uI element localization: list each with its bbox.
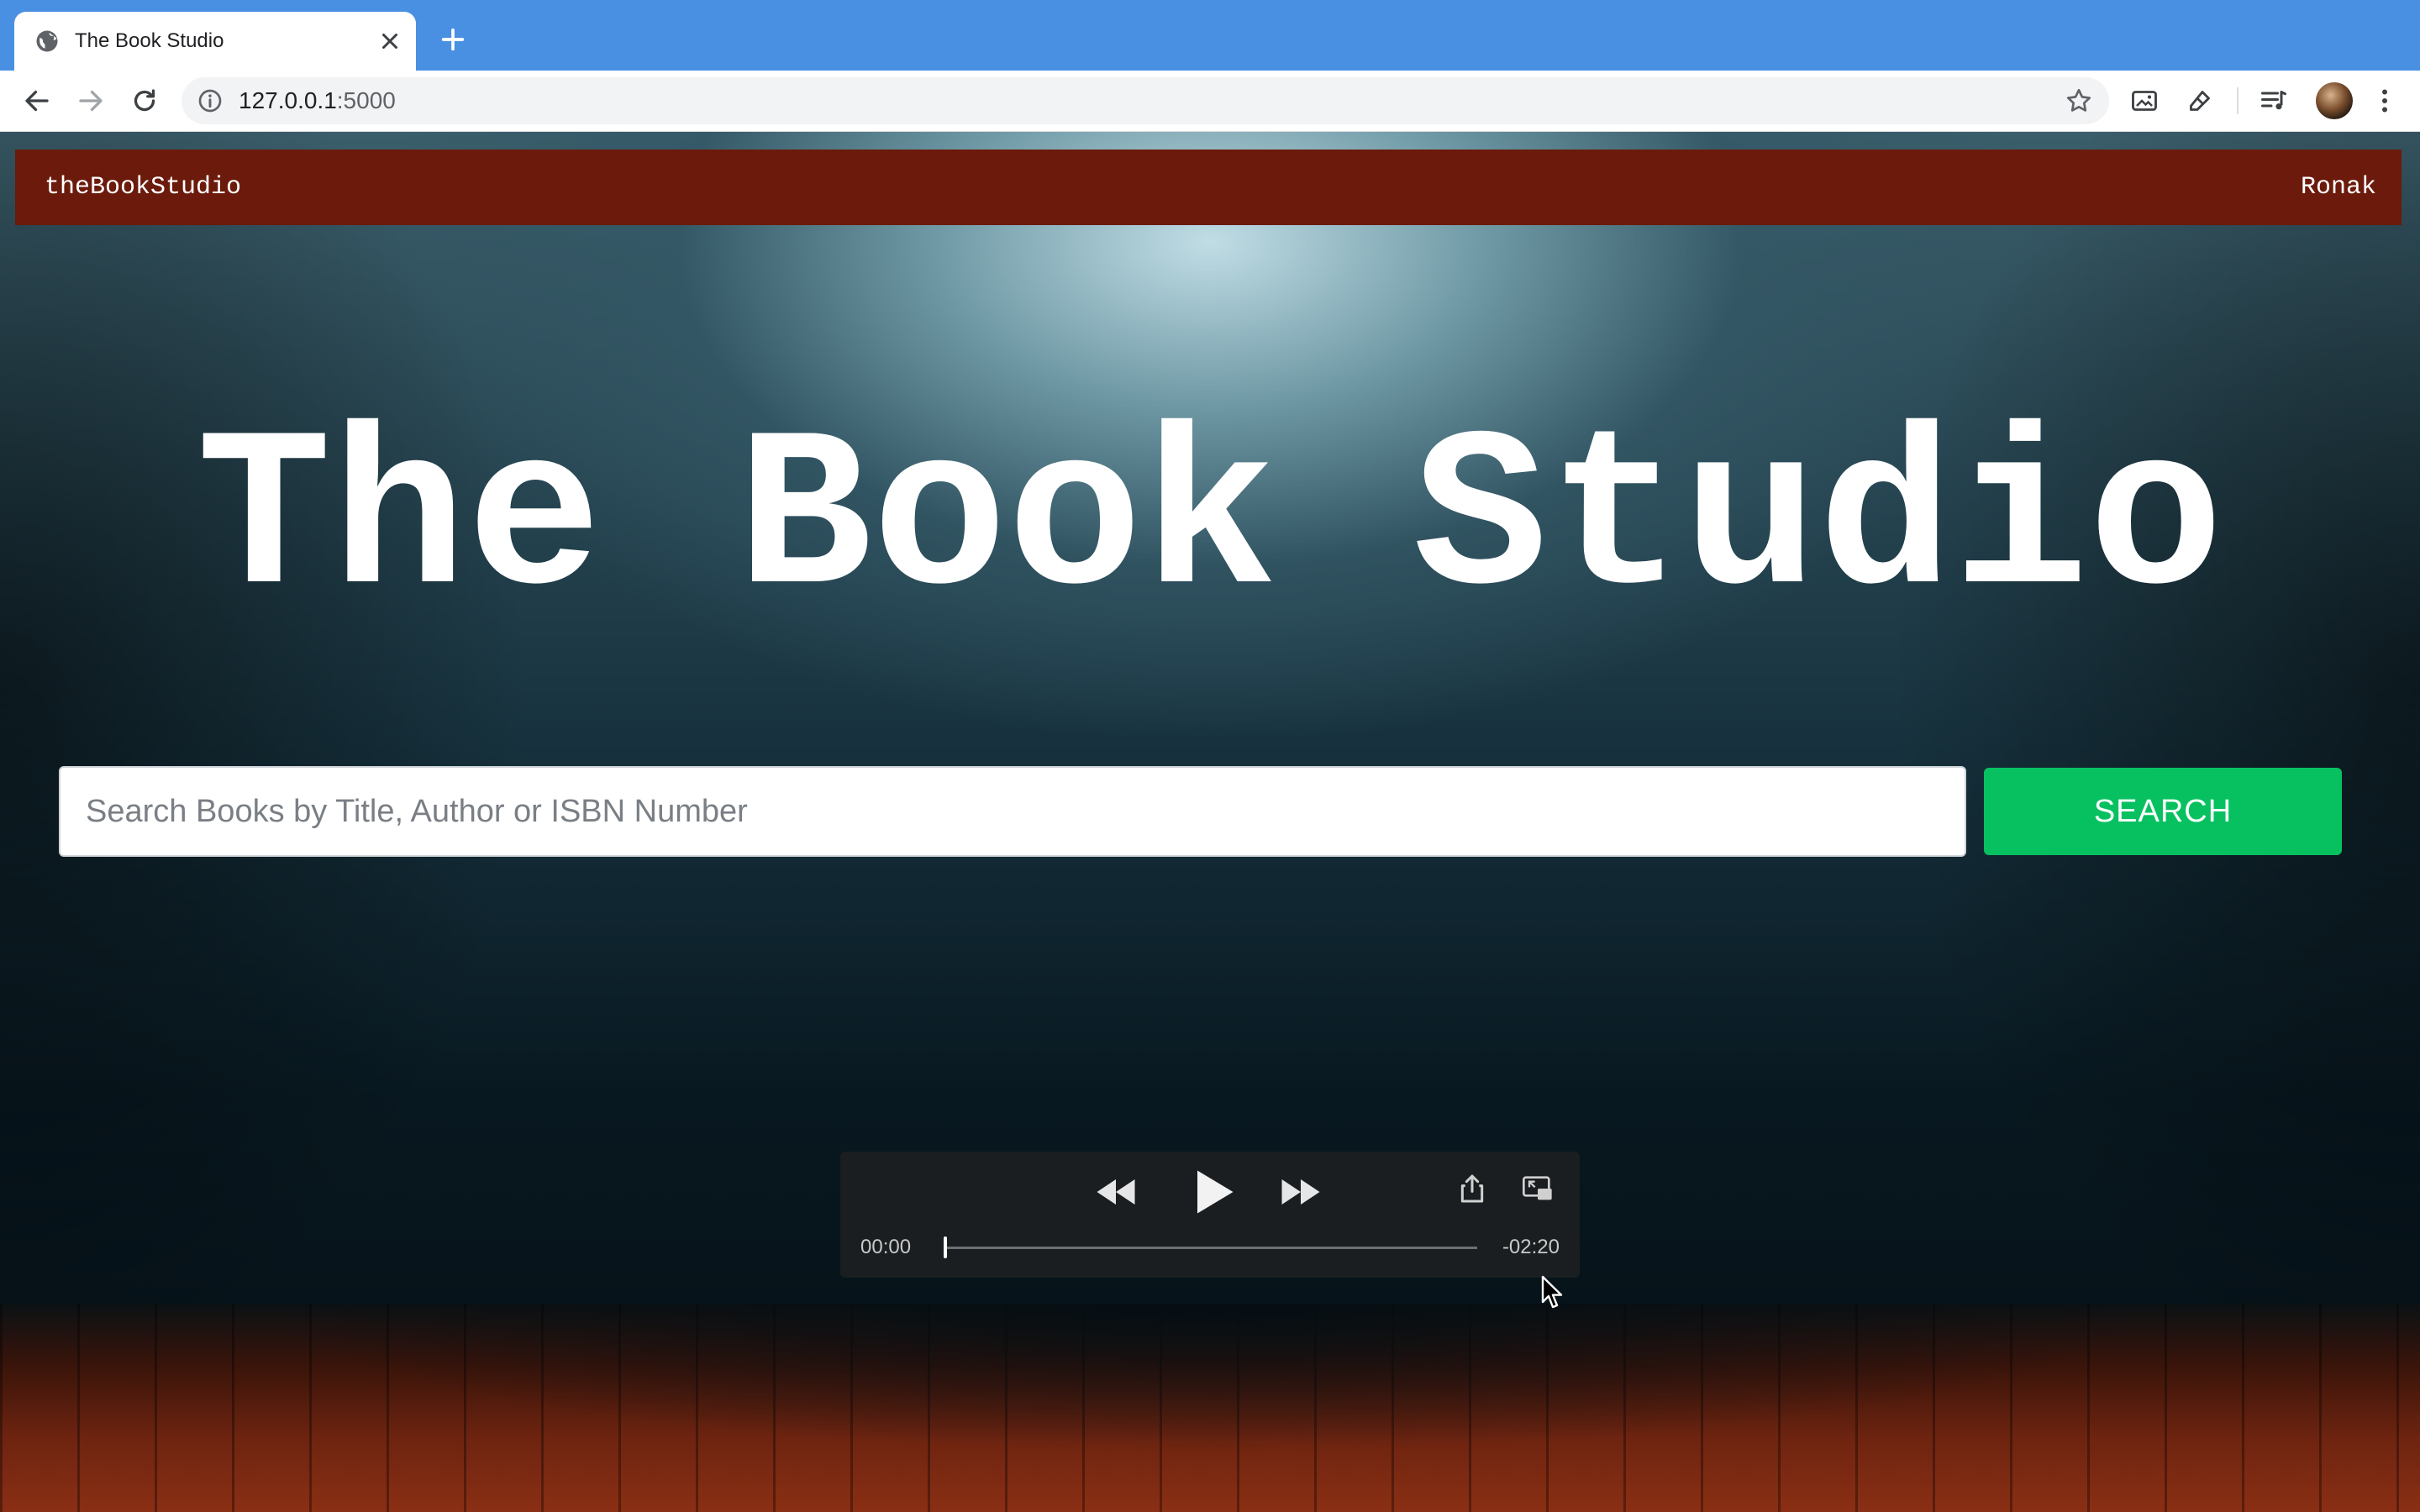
share-icon[interactable]	[1455, 1172, 1489, 1205]
mouse-cursor-icon	[1541, 1275, 1563, 1309]
reload-icon[interactable]	[129, 86, 160, 116]
site-navbar: theBookStudio Ronak	[15, 150, 2402, 225]
picture-in-picture-icon[interactable]	[1519, 1172, 1556, 1205]
brand-link[interactable]: theBookStudio	[45, 173, 241, 202]
new-tab-icon[interactable]	[439, 25, 467, 54]
tab-strip: The Book Studio	[0, 0, 2420, 71]
close-icon[interactable]	[377, 29, 402, 54]
user-link[interactable]: Ronak	[2301, 173, 2376, 202]
toolbar-divider	[2237, 87, 2238, 114]
time-remaining: -02:20	[1502, 1236, 1560, 1258]
url-text: 127.0.0.1:5000	[239, 88, 396, 113]
extension-icon[interactable]	[2185, 86, 2215, 116]
time-elapsed: 00:00	[860, 1236, 912, 1258]
back-icon[interactable]	[22, 86, 52, 116]
wood-floor-background	[0, 1304, 2420, 1512]
media-queue-icon[interactable]	[2259, 86, 2289, 116]
progress-bar[interactable]	[944, 1247, 1477, 1249]
progress-thumb[interactable]	[944, 1236, 947, 1258]
address-bar[interactable]: 127.0.0.1:5000	[182, 77, 2109, 124]
fast-forward-icon[interactable]	[1276, 1167, 1326, 1217]
url-port: :5000	[336, 87, 396, 113]
forward-icon[interactable]	[76, 86, 106, 116]
tab-the-book-studio[interactable]: The Book Studio	[14, 12, 416, 71]
hero-title: The Book Studio	[196, 395, 2224, 649]
media-player: 00:00 -02:20	[840, 1152, 1580, 1278]
play-icon[interactable]	[1183, 1163, 1240, 1221]
search-input[interactable]	[59, 766, 1966, 857]
page-content: theBookStudio Ronak The Book Studio SEAR…	[0, 132, 2420, 1512]
rewind-icon[interactable]	[1091, 1167, 1141, 1217]
more-icon[interactable]	[2370, 86, 2400, 116]
browser-window: The Book Studio 127.0.0.1:5000 theBookSt…	[0, 0, 2420, 1512]
screenshot-icon[interactable]	[2129, 86, 2160, 116]
tab-title: The Book Studio	[75, 29, 224, 52]
browser-toolbar: 127.0.0.1:5000	[0, 71, 2420, 132]
star-icon[interactable]	[2064, 86, 2094, 116]
avatar[interactable]	[2316, 82, 2353, 119]
info-icon[interactable]	[197, 87, 224, 114]
search-button[interactable]: SEARCH	[1984, 768, 2342, 855]
globe-icon	[36, 30, 58, 52]
url-host: 127.0.0.1	[239, 87, 337, 113]
